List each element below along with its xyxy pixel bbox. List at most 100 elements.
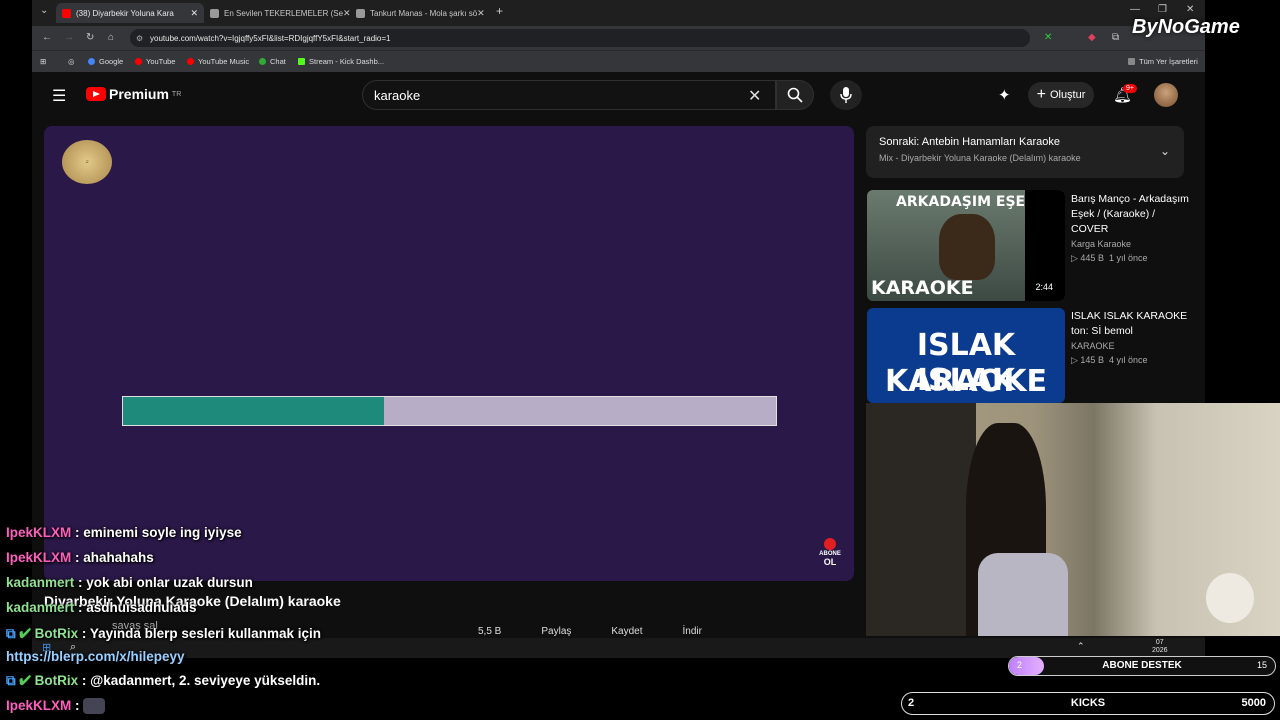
reload-icon[interactable]: ↻	[86, 32, 94, 43]
verified-icon: ✔	[19, 626, 31, 641]
channel-name: KARAOKE	[1071, 341, 1115, 351]
close-window-icon[interactable]: ✕	[1186, 4, 1194, 15]
chat-message: ⧉ ✔ BotRix : @kadanmert, 2. seviyeye yük…	[6, 673, 321, 688]
chat-link[interactable]: https://blerp.com/x/hilepeyy	[6, 649, 185, 664]
kicks-goal-label: KICKS	[1070, 697, 1106, 709]
bookmark-icon[interactable]: ◎	[68, 57, 75, 66]
chat-message: kadanmert : yok abi onlar uzak dursun	[6, 575, 253, 590]
voice-search-button[interactable]	[830, 80, 862, 110]
site-info-icon[interactable]: ⚙	[136, 34, 143, 43]
notification-count-badge: 9+	[1123, 84, 1137, 93]
search-icon	[787, 87, 803, 103]
tab-2[interactable]: En Sevilen TEKERLEMELER (Se ✕	[204, 3, 350, 23]
bookmarks-bar: ⊞ ◎ Google YouTube YouTube Music Chat St…	[32, 50, 1205, 72]
apps-icon[interactable]: ⊞	[40, 57, 46, 66]
extension-icon[interactable]: ◆	[1088, 32, 1096, 43]
menu-icon[interactable]: ☰	[52, 86, 66, 106]
subscribe-badge[interactable]: ABONE OL	[814, 538, 846, 567]
chat-message: IpekKLXM : ahahahahs	[6, 550, 154, 565]
chat-message: ⧉ ✔ BotRix : Yayında blerp sesleri kulla…	[6, 626, 321, 641]
bookmark-youtube[interactable]: YouTube	[135, 57, 175, 66]
new-tab-icon[interactable]: +	[496, 4, 503, 18]
save-button[interactable]: Kaydet	[611, 626, 642, 637]
chat-message: IpekKLXM :	[6, 698, 106, 715]
chevron-down-icon[interactable]: ⌄	[1160, 144, 1170, 158]
microphone-icon	[840, 87, 852, 103]
close-tab-icon[interactable]: ✕	[190, 8, 198, 19]
face-illustration	[939, 214, 995, 280]
up-next-subtitle: Mix - Diyarbekir Yoluna Karaoke (Delalım…	[879, 153, 1081, 163]
duration-badge: 2:44	[1031, 281, 1057, 293]
webcam-feed	[866, 403, 1280, 636]
tab-3[interactable]: Tankurt Manas - Mola şarkı sö ✕	[350, 3, 490, 23]
page-favicon-icon	[356, 8, 365, 18]
extensions-puzzle-icon[interactable]: ⧉	[1112, 32, 1119, 43]
karaoke-channel-logo: ♫	[62, 140, 112, 184]
bookmark-google[interactable]: Google	[88, 57, 123, 66]
page-favicon-icon	[210, 8, 219, 18]
bookmark-kick[interactable]: Stream - Kick Dashb...	[298, 57, 384, 66]
chat-message: kadanmert : asdhuisadhuiads	[6, 600, 197, 615]
youtube-logo[interactable]: Premium TR	[86, 86, 181, 102]
all-bookmarks[interactable]: Tüm Yer İşaretleri	[1128, 57, 1198, 66]
close-tab-icon[interactable]: ✕	[343, 8, 350, 19]
bynogame-logo: ByNoGame	[1132, 16, 1240, 38]
tab-label: En Sevilen TEKERLEMELER (Se	[224, 8, 344, 18]
video-player[interactable]	[44, 126, 854, 581]
like-button[interactable]: 5,5 B	[478, 626, 501, 637]
system-tray-icon[interactable]: ⌃	[1077, 641, 1085, 652]
person-shirt	[978, 553, 1068, 636]
url-text: youtube.com/watch?v=Igjqffy5xFI&list=RDI…	[150, 33, 391, 43]
search-button[interactable]	[776, 80, 814, 110]
video-info[interactable]: ISLAK ISLAK KARAOKE ton: Sİ bemol KARAOK…	[1071, 309, 1191, 366]
subscriber-goal-label: ABONE DESTEK	[1102, 660, 1182, 671]
create-button[interactable]: + Oluştur	[1028, 82, 1094, 108]
chair-back	[866, 403, 976, 636]
video-title: Barış Manço - Arkadaşım Eşek / (Karaoke)…	[1071, 193, 1189, 235]
cat	[1206, 573, 1254, 623]
up-next-panel[interactable]: Sonraki: Antebin Hamamları Karaoke Mix -…	[866, 126, 1184, 178]
share-button[interactable]: Paylaş	[541, 626, 571, 637]
tab-label: Tankurt Manas - Mola şarkı sö	[370, 8, 478, 18]
subscribe-bell-icon	[824, 538, 836, 550]
restore-icon[interactable]: ❐	[1158, 4, 1167, 15]
premium-icon[interactable]: ✦	[998, 86, 1011, 104]
bookmark-youtube-music[interactable]: YouTube Music	[187, 57, 249, 66]
tab-bar: ⌄ (38) Diyarbekir Yoluna Kara ✕ En Sevil…	[32, 0, 1205, 26]
plus-icon: +	[1036, 86, 1046, 103]
back-icon[interactable]: ←	[42, 32, 52, 43]
download-button[interactable]: İndir	[683, 626, 702, 637]
tab-active[interactable]: (38) Diyarbekir Yoluna Kara ✕	[56, 3, 204, 23]
search-input[interactable]: karaoke	[362, 80, 776, 110]
chat-message: IpekKLXM : eminemi soyle ing iyiyse	[6, 525, 242, 540]
emote-icon	[83, 698, 106, 715]
minimize-icon[interactable]: —	[1130, 4, 1140, 15]
video-thumbnail[interactable]: ISLAK ISLAK KARAOKE	[867, 308, 1065, 403]
home-icon[interactable]: ⌂	[108, 32, 114, 43]
url-field[interactable]: ⚙ youtube.com/watch?v=Igjqffy5xFI&list=R…	[130, 29, 1030, 47]
forward-icon[interactable]: →	[64, 32, 74, 43]
tab-search-icon[interactable]: ⌄	[40, 5, 48, 16]
karaoke-progress-fill	[123, 397, 385, 425]
verified-icon: ✔	[19, 673, 31, 688]
karaoke-progress-bar	[122, 396, 777, 426]
bot-icon: ⧉	[6, 673, 16, 688]
extension-icon[interactable]: ✕	[1044, 32, 1052, 43]
up-next-title: Sonraki: Antebin Hamamları Karaoke	[879, 136, 1060, 148]
youtube-favicon-icon	[62, 8, 71, 18]
video-info[interactable]: Barış Manço - Arkadaşım Eşek / (Karaoke)…	[1071, 192, 1191, 264]
clock: 07 2026	[1152, 639, 1168, 654]
bookmark-chat[interactable]: Chat	[259, 57, 286, 66]
close-tab-icon[interactable]: ✕	[477, 8, 485, 19]
subscriber-goal-bar: 2 ABONE DESTEK 15	[1008, 656, 1276, 676]
channel-name: Karga Karaoke	[1071, 239, 1132, 249]
clear-search-icon[interactable]: ✕	[748, 86, 761, 106]
kicks-goal-bar: 2 KICKS 5000	[901, 692, 1275, 715]
youtube-play-icon	[86, 87, 106, 101]
video-actions: 5,5 B Paylaş Kaydet İndir	[478, 626, 702, 637]
tab-label: (38) Diyarbekir Yoluna Kara	[76, 8, 174, 18]
bot-icon: ⧉	[6, 626, 16, 641]
video-title: ISLAK ISLAK KARAOKE ton: Sİ bemol	[1071, 310, 1188, 337]
avatar[interactable]	[1154, 83, 1178, 107]
video-thumbnail[interactable]: ARKADAŞIM EŞEK KARAOKE 2:44	[867, 190, 1065, 301]
